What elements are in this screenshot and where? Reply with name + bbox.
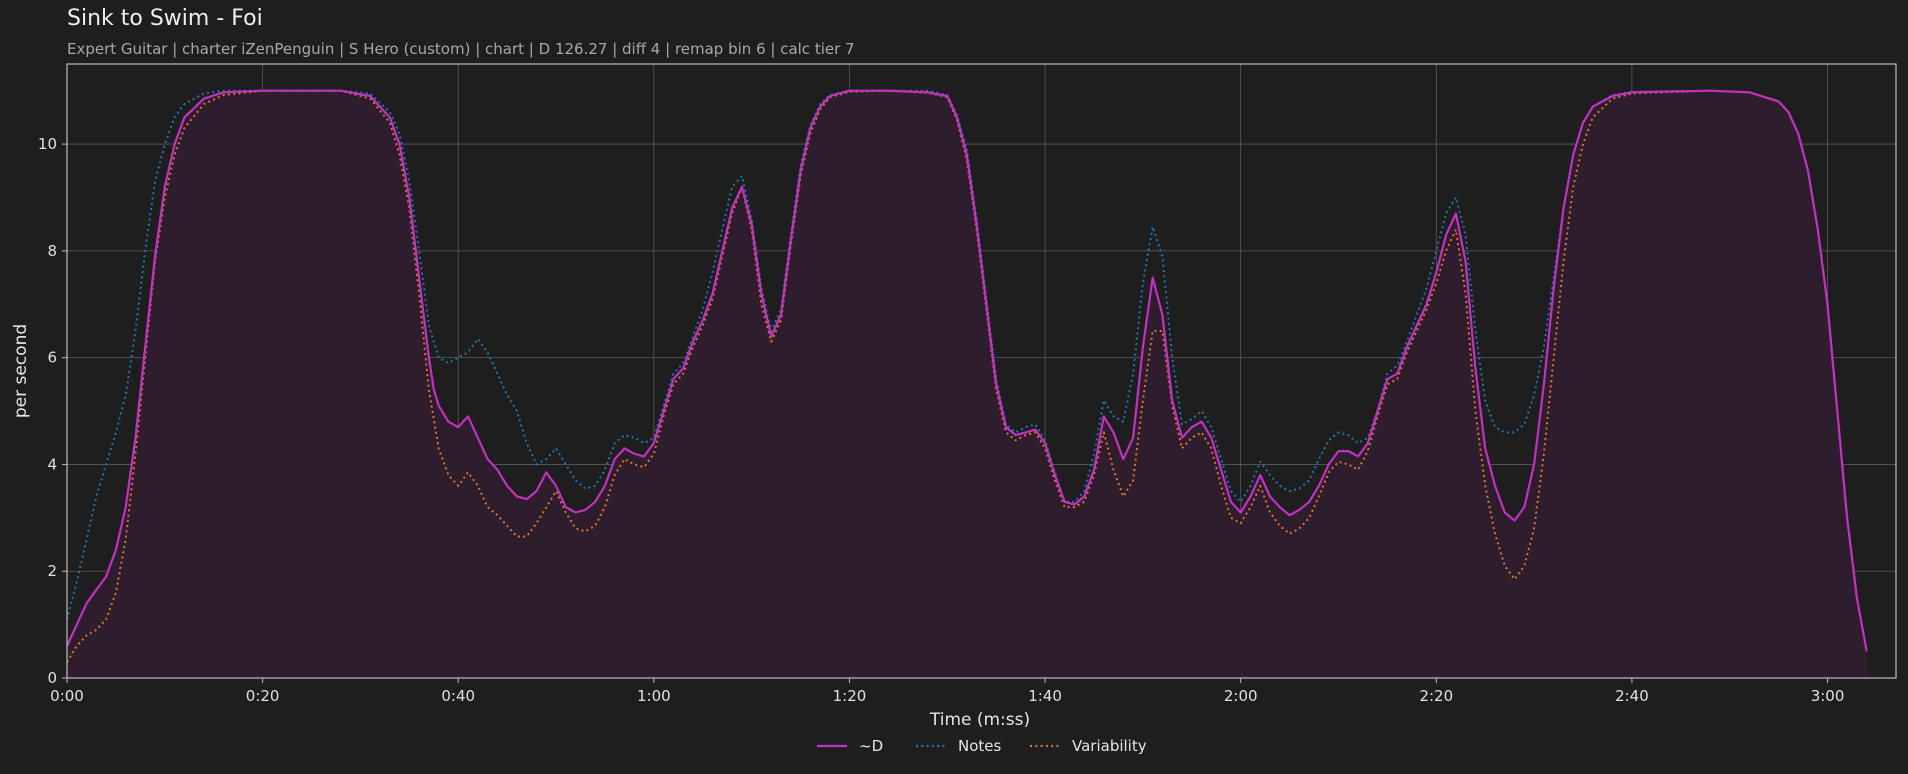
y-tick-label: 6 xyxy=(47,349,57,367)
x-tick-label: 2:40 xyxy=(1615,687,1649,705)
d-series-fill-area xyxy=(67,90,1867,678)
x-tick-label: 0:40 xyxy=(441,687,475,705)
y-tick-label: 4 xyxy=(47,455,57,473)
x-axis-label: Time (m:ss) xyxy=(929,710,1030,730)
y-tick-label: 10 xyxy=(38,135,57,153)
y-axis-label: per second xyxy=(11,324,31,418)
x-tick-label: 1:20 xyxy=(833,687,867,705)
legend-label-variability: Variability xyxy=(1072,737,1147,755)
x-tick-label: 0:20 xyxy=(246,687,280,705)
x-tick-label: 1:00 xyxy=(637,687,671,705)
x-tick-label: 2:00 xyxy=(1224,687,1258,705)
y-tick-label: 8 xyxy=(47,242,57,260)
legend: ~D Notes Variability xyxy=(817,737,1147,755)
x-tick-label: 3:00 xyxy=(1811,687,1845,705)
y-tick-label: 0 xyxy=(47,669,57,687)
x-tick-label: 1:40 xyxy=(1028,687,1062,705)
legend-label-d: ~D xyxy=(859,737,883,755)
chart-svg: 0:00 0:20 0:40 1:00 1:20 1:40 2:00 2:20 2:40 3:00… xyxy=(11,63,1897,755)
x-tick-label: 2:20 xyxy=(1419,687,1453,705)
legend-label-notes: Notes xyxy=(958,737,1002,755)
x-tick-label: 0:00 xyxy=(50,687,84,705)
y-tick-label: 2 xyxy=(47,562,57,580)
